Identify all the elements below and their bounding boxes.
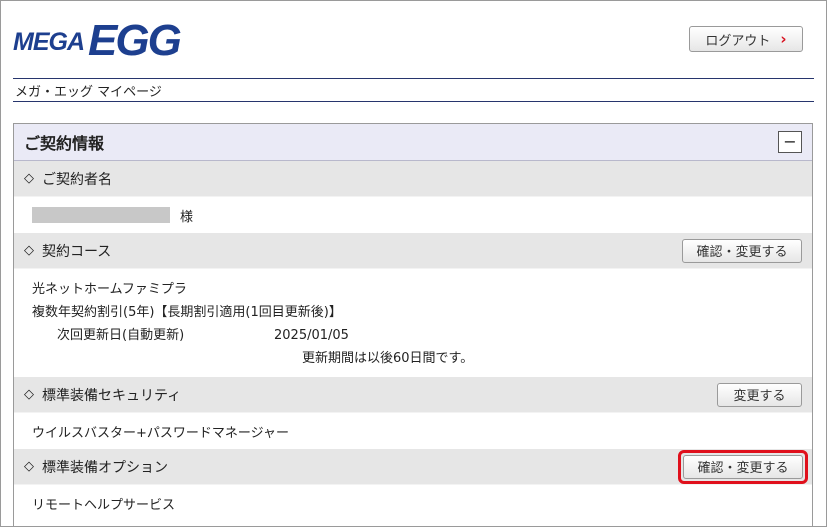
diamond-icon: ◇ xyxy=(24,387,34,402)
security-value: ウイルスバスター+パスワードマネージャー xyxy=(32,425,289,441)
section-contractor-label: ご契約者名 xyxy=(42,171,112,188)
panel-title: ご契約情報 xyxy=(24,134,105,153)
course-discount: 複数年契約割引(5年)【長期割引適用(1回目更新後)】 xyxy=(32,305,342,320)
renewal-label: 次回更新日(自動更新) xyxy=(57,328,185,343)
redacted-name xyxy=(32,207,170,223)
megaegg-logo: MEGA EGG xyxy=(13,13,182,65)
logout-label: ログアウト xyxy=(705,33,771,49)
diamond-icon: ◇ xyxy=(24,243,34,258)
diamond-icon: ◇ xyxy=(24,459,34,474)
section-course-body: 光ネットホームファミプラ 複数年契約割引(5年)【長期割引適用(1回目更新後)】… xyxy=(14,269,812,377)
course-plan: 光ネットホームファミプラ xyxy=(32,282,187,297)
section-security-body: ウイルスバスター+パスワードマネージャー xyxy=(14,413,812,449)
collapse-button[interactable]: − xyxy=(778,131,802,153)
section-contractor-body: 様 xyxy=(14,197,812,233)
page-title: メガ・エッグ マイページ xyxy=(15,85,162,100)
logout-button[interactable]: ログアウト › xyxy=(689,26,803,52)
section-security-label: 標準装備セキュリティ xyxy=(42,387,182,404)
section-option-label: 標準装備オプション xyxy=(42,459,168,476)
chevron-right-icon: › xyxy=(780,30,787,48)
panel-header: ご契約情報 − xyxy=(14,124,812,161)
option-value: リモートヘルプサービス xyxy=(32,497,176,513)
minus-icon: − xyxy=(783,132,797,151)
section-contractor-header: ◇ ご契約者名 xyxy=(14,161,812,197)
course-confirm-change-button[interactable]: 確認・変更する xyxy=(682,238,802,263)
option-confirm-change-button[interactable]: 確認・変更する xyxy=(683,454,803,479)
honorific-suffix: 様 xyxy=(180,209,194,225)
diamond-icon: ◇ xyxy=(24,171,34,186)
renewal-date: 2025/01/05 xyxy=(274,328,349,343)
section-security-header: ◇ 標準装備セキュリティ 変更する xyxy=(14,377,812,413)
header-rule-top xyxy=(13,78,814,79)
logo-egg-text: EGG xyxy=(88,16,182,65)
renewal-note: 更新期間は以後60日間です。 xyxy=(302,351,474,366)
logo-mega-text: MEGA xyxy=(13,28,85,56)
header-rule-bottom xyxy=(13,101,814,102)
contract-info-panel: ご契約情報 − ◇ ご契約者名 様 ◇ 契約コース 確認・変更する 光ネットホー… xyxy=(13,123,813,527)
section-course-header: ◇ 契約コース 確認・変更する xyxy=(14,233,812,269)
section-option-body: リモートヘルプサービス xyxy=(14,485,812,521)
section-option-header: ◇ 標準装備オプション 確認・変更する xyxy=(14,449,812,485)
security-change-button[interactable]: 変更する xyxy=(717,382,802,407)
section-course-label: 契約コース xyxy=(42,243,112,260)
highlight-box: 確認・変更する xyxy=(678,449,808,484)
